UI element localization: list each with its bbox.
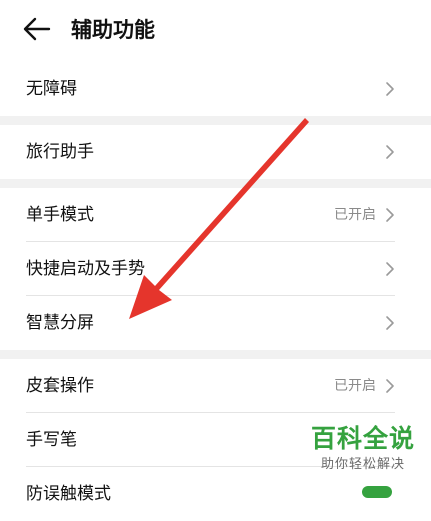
settings-row-one-hand-mode[interactable]: 单手模式 已开启 [0,188,431,242]
settings-row-smart-split-screen[interactable]: 智慧分屏 [0,296,431,350]
settings-group-1: 无障碍 [0,62,431,116]
status-value: 已开启 [334,207,376,223]
settings-row-travel-assistant[interactable]: 旅行助手 [0,125,431,179]
row-label: 智慧分屏 [26,313,94,333]
settings-row-accessibility[interactable]: 无障碍 [0,62,431,116]
chevron-right-icon [386,208,394,222]
settings-row-shortcuts-gestures[interactable]: 快捷启动及手势 [0,242,431,296]
status-value: 已开启 [334,378,376,394]
watermark-logo: 百科全说 助你轻松解决 [304,422,422,482]
settings-group-3: 单手模式 已开启 快捷启动及手势 智慧分屏 [0,188,431,350]
row-label: 皮套操作 [26,376,94,396]
settings-group-2: 旅行助手 [0,125,431,179]
row-label: 无障碍 [26,79,77,99]
row-label: 单手模式 [26,205,94,225]
chevron-right-icon [386,262,394,276]
chevron-right-icon [386,316,394,330]
settings-row-cover-operation[interactable]: 皮套操作 已开启 [0,359,431,413]
row-label: 防误触模式 [26,484,111,504]
page-title: 辅助功能 [71,18,155,42]
chevron-right-icon [386,145,394,159]
toggle-switch[interactable] [362,486,392,498]
row-label: 手写笔 [26,430,77,450]
chevron-right-icon [386,82,394,96]
row-label: 快捷启动及手势 [26,259,145,279]
watermark-title: 百科全说 [310,424,415,453]
watermark-subtitle: 助你轻松解决 [320,457,405,472]
top-bar: 辅助功能 [0,0,431,62]
chevron-right-icon [386,379,394,393]
arrow-left-icon[interactable] [22,16,52,42]
row-label: 旅行助手 [26,142,94,162]
